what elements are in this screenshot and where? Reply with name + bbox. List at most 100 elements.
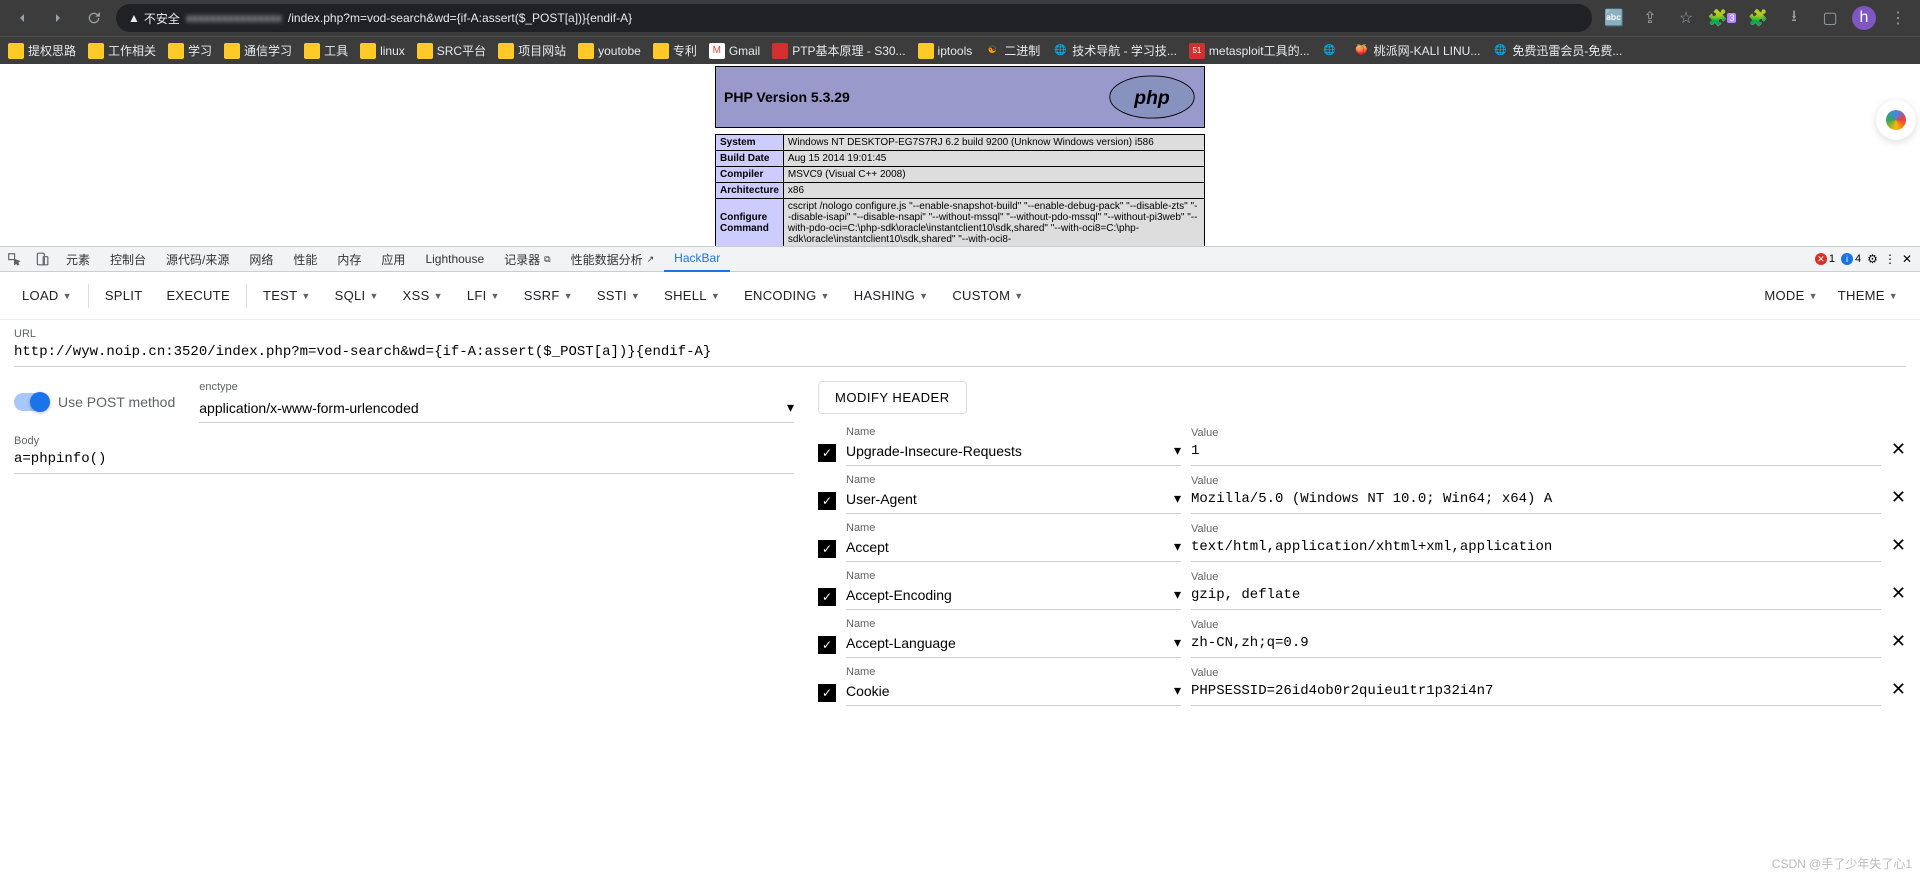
devtools-tab-控制台[interactable]: 控制台 (100, 246, 156, 272)
devtools-tab-性能[interactable]: 性能 (283, 246, 327, 272)
puzzle-icon[interactable]: 🧩 (1744, 4, 1772, 32)
bookmark-item[interactable]: 工作相关 (88, 42, 156, 59)
header-checkbox[interactable]: ✓ (818, 636, 836, 654)
header-value-input[interactable]: text/html,application/xhtml+xml,applicat… (1191, 535, 1881, 562)
hackbar-sqli-button[interactable]: SQLI▼ (325, 282, 389, 309)
header-checkbox[interactable]: ✓ (818, 684, 836, 702)
body-input[interactable]: a=phpinfo() (14, 447, 794, 474)
devtools-tab-应用[interactable]: 应用 (371, 246, 415, 272)
bookmark-item[interactable]: 🌐 (1322, 43, 1342, 59)
error-count[interactable]: ✕1 (1815, 253, 1835, 265)
panel-icon[interactable]: ▢ (1816, 4, 1844, 32)
hackbar-encoding-button[interactable]: ENCODING▼ (734, 282, 840, 309)
header-value-input[interactable]: zh-CN,zh;q=0.9 (1191, 631, 1881, 658)
back-button[interactable] (8, 4, 36, 32)
bookmark-item[interactable]: 项目网站 (498, 42, 566, 59)
more-icon[interactable]: ⋮ (1884, 252, 1896, 266)
extension-badge[interactable]: 🧩3 (1708, 4, 1736, 32)
delete-header-icon[interactable]: ✕ (1891, 535, 1906, 556)
bookmark-item[interactable]: youtobe (578, 43, 641, 59)
header-value-input[interactable]: PHPSESSID=26id4ob0r2quieu1tr1p32i4n7 (1191, 679, 1881, 706)
assistant-float-button[interactable] (1876, 100, 1916, 140)
delete-header-icon[interactable]: ✕ (1891, 583, 1906, 604)
hackbar-execute-button[interactable]: EXECUTE (156, 282, 240, 309)
hackbar-xss-button[interactable]: XSS▼ (393, 282, 453, 309)
use-post-toggle[interactable] (14, 393, 48, 411)
hackbar-mode-button[interactable]: MODE▼ (1754, 282, 1827, 309)
modify-header-button[interactable]: MODIFY HEADER (818, 381, 967, 414)
header-name-input[interactable]: Accept-Language▾ (846, 630, 1181, 658)
message-count[interactable]: i4 (1841, 253, 1861, 265)
inspect-icon[interactable] (0, 246, 28, 272)
settings-icon[interactable]: ⚙ (1867, 252, 1878, 266)
chevron-down-icon[interactable]: ▾ (1174, 586, 1181, 603)
hackbar-custom-button[interactable]: CUSTOM▼ (942, 282, 1033, 309)
hackbar-theme-button[interactable]: THEME▼ (1828, 282, 1908, 309)
devtools-tab-网络[interactable]: 网络 (239, 246, 283, 272)
hackbar-test-button[interactable]: TEST▼ (253, 282, 321, 309)
star-icon[interactable]: ☆ (1672, 4, 1700, 32)
devtools-tab-性能数据分析[interactable]: 性能数据分析↗ (561, 246, 665, 272)
header-checkbox[interactable]: ✓ (818, 588, 836, 606)
delete-header-icon[interactable]: ✕ (1891, 631, 1906, 652)
bookmark-item[interactable]: MGmail (709, 43, 760, 59)
enctype-field[interactable]: enctype application/x-www-form-urlencode… (199, 381, 794, 423)
hackbar-ssti-button[interactable]: SSTI▼ (587, 282, 650, 309)
hackbar-hashing-button[interactable]: HASHING▼ (844, 282, 939, 309)
header-checkbox[interactable]: ✓ (818, 540, 836, 558)
chevron-down-icon[interactable]: ▾ (1174, 490, 1181, 507)
bookmark-item[interactable]: PTP基本原理 - S30... (772, 42, 905, 59)
hackbar-shell-button[interactable]: SHELL▼ (654, 282, 730, 309)
header-name-input[interactable]: Accept-Encoding▾ (846, 582, 1181, 610)
chevron-down-icon[interactable]: ▾ (1174, 682, 1181, 699)
devtools-tab-元素[interactable]: 元素 (56, 246, 100, 272)
profile-avatar[interactable]: h (1852, 6, 1876, 30)
device-icon[interactable] (28, 246, 56, 272)
header-value-input[interactable]: 1 (1191, 439, 1881, 466)
chevron-down-icon[interactable]: ▾ (1174, 442, 1181, 459)
share-icon[interactable]: ⇪ (1636, 4, 1664, 32)
close-devtools-icon[interactable]: ✕ (1902, 252, 1912, 266)
header-name-input[interactable]: User-Agent▾ (846, 486, 1181, 514)
devtools-tab-HackBar[interactable]: HackBar (664, 246, 730, 272)
header-value-input[interactable]: Mozilla/5.0 (Windows NT 10.0; Win64; x64… (1191, 487, 1881, 514)
header-name-input[interactable]: Accept▾ (846, 534, 1181, 562)
bookmark-item[interactable]: 提权思路 (8, 42, 76, 59)
menu-icon[interactable]: ⋮ (1884, 4, 1912, 32)
url-input[interactable]: http://wyw.noip.cn:3520/index.php?m=vod-… (14, 340, 1906, 367)
hackbar-load-button[interactable]: LOAD▼ (12, 282, 82, 309)
forward-button[interactable] (44, 4, 72, 32)
chevron-down-icon[interactable]: ▾ (1174, 538, 1181, 555)
bookmark-item[interactable]: 专利 (653, 42, 697, 59)
delete-header-icon[interactable]: ✕ (1891, 487, 1906, 508)
devtools-tab-Lighthouse[interactable]: Lighthouse (415, 246, 494, 272)
devtools-tab-源代码/来源[interactable]: 源代码/来源 (156, 246, 239, 272)
header-checkbox[interactable]: ✓ (818, 492, 836, 510)
delete-header-icon[interactable]: ✕ (1891, 439, 1906, 460)
hackbar-ssrf-button[interactable]: SSRF▼ (514, 282, 583, 309)
devtools-tab-记录器[interactable]: 记录器⧉ (494, 246, 560, 272)
bookmark-item[interactable]: 🍑桃派网-KALI LINU... (1354, 42, 1481, 59)
bookmark-item[interactable]: ☯二进制 (984, 42, 1040, 59)
header-name-input[interactable]: Upgrade-Insecure-Requests▾ (846, 438, 1181, 466)
bookmark-item[interactable]: 学习 (168, 42, 212, 59)
download-icon[interactable]: ⭳ (1780, 4, 1808, 32)
bookmark-item[interactable]: 🌐技术导航 - 学习技... (1052, 42, 1177, 59)
address-bar[interactable]: ▲ 不安全 xxxxxxxxxxxxxxxx /index.php?m=vod-… (116, 4, 1592, 32)
header-name-input[interactable]: Cookie▾ (846, 678, 1181, 706)
hackbar-split-button[interactable]: SPLIT (95, 282, 153, 309)
bookmark-item[interactable]: SRC平台 (417, 42, 486, 59)
reload-button[interactable] (80, 4, 108, 32)
header-checkbox[interactable]: ✓ (818, 444, 836, 462)
hackbar-lfi-button[interactable]: LFI▼ (457, 282, 510, 309)
chevron-down-icon[interactable]: ▾ (1174, 634, 1181, 651)
devtools-tab-内存[interactable]: 内存 (327, 246, 371, 272)
translate-icon[interactable]: 🔤 (1600, 4, 1628, 32)
bookmark-item[interactable]: 🌐免费迅雷会员-免费... (1492, 42, 1622, 59)
bookmark-item[interactable]: 51metasploit工具的... (1189, 42, 1310, 59)
header-value-input[interactable]: gzip, deflate (1191, 583, 1881, 610)
bookmark-item[interactable]: 通信学习 (224, 42, 292, 59)
bookmark-item[interactable]: iptools (918, 43, 973, 59)
bookmark-item[interactable]: 工具 (304, 42, 348, 59)
bookmark-item[interactable]: linux (360, 43, 405, 59)
